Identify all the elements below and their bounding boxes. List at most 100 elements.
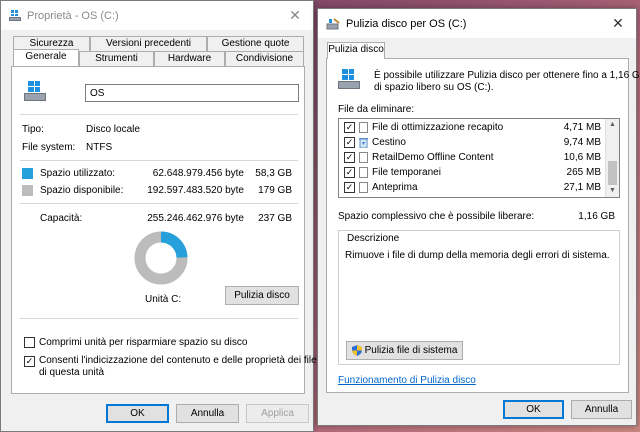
checkmark-icon: ✓: [345, 167, 354, 177]
recycle-bin-icon: [359, 137, 368, 149]
description-text: Rimuove i file di dump della memoria deg…: [345, 250, 610, 261]
index-label-line2: di questa unità: [39, 367, 105, 378]
general-panel: Tipo: Disco locale File system: NTFS Spa…: [11, 66, 317, 394]
scroll-down-icon[interactable]: ▼: [606, 185, 619, 197]
file-name: Anteprima: [372, 182, 418, 193]
divider: [20, 160, 298, 161]
free-space-bytes: 192.597.483.520 byte: [147, 185, 244, 196]
checkmark-icon: ✓: [345, 152, 354, 162]
intro-text-line1: È possibile utilizzare Pulizia disco per…: [374, 70, 640, 81]
used-space-bytes: 62.648.979.456 byte: [152, 168, 244, 179]
compress-label: Comprimi unità per risparmiare spazio su…: [39, 337, 248, 348]
capacity-bytes: 255.246.462.976 byte: [147, 213, 244, 224]
file-checkbox[interactable]: ✓: [344, 122, 355, 133]
drive-icon: [24, 81, 46, 101]
file-size: 10,6 MB: [563, 152, 601, 163]
ok-button[interactable]: OK: [503, 400, 564, 419]
list-item[interactable]: ✓ RetailDemo Offline Content 10,6 MB: [339, 150, 605, 165]
file-size: 265 MB: [566, 167, 601, 178]
list-item[interactable]: ✓ File di ottimizzazione recapito 4,71 MB: [339, 120, 605, 135]
file-name: RetailDemo Offline Content: [372, 152, 494, 163]
file-checkbox[interactable]: ✓: [344, 167, 355, 178]
files-list[interactable]: ✓ File di ottimizzazione recapito 4,71 MB ✓…: [338, 118, 620, 198]
cleanup-panel: È possibile utilizzare Pulizia disco per…: [326, 58, 640, 393]
drive-name-input[interactable]: [85, 84, 299, 102]
checkmark-icon: ✓: [345, 137, 354, 147]
ok-button[interactable]: OK: [106, 404, 169, 423]
usage-donut-chart: [134, 231, 188, 285]
scroll-thumb[interactable]: [608, 161, 617, 185]
window-title: Proprietà - OS (C:): [27, 9, 119, 22]
file-size: 9,74 MB: [563, 137, 601, 148]
filesystem-label: File system:: [22, 142, 76, 153]
total-freeable-value: 1,16 GB: [578, 211, 615, 222]
index-checkbox[interactable]: ✓: [24, 356, 35, 367]
divider: [20, 318, 298, 319]
drive-unit-label: Unità C:: [145, 294, 182, 305]
disk-cleanup-window: Pulizia disco per OS (C:) ✕ Pulizia disc…: [317, 8, 640, 426]
disk-cleanup-icon: [326, 17, 340, 30]
checkmark-icon: ✓: [25, 356, 34, 366]
list-item[interactable]: ✓ Anteprima 27,1 MB: [339, 180, 605, 195]
tab-row: Pulizia disco: [327, 42, 385, 59]
drive-icon: [338, 69, 360, 89]
free-space-label: Spazio disponibile:: [40, 185, 124, 196]
description-title: Descrizione: [345, 233, 402, 244]
scroll-up-icon[interactable]: ▲: [606, 119, 619, 131]
list-item[interactable]: ✓ Cestino 9,74 MB: [339, 135, 605, 150]
properties-window: Proprietà - OS (C:) ✕ Sicurezza Versioni…: [0, 0, 317, 432]
file-icon: [359, 182, 368, 193]
disk-cleanup-button[interactable]: Pulizia disco: [225, 286, 299, 305]
tab-hardware[interactable]: Hardware: [154, 51, 225, 66]
type-label: Tipo:: [22, 124, 44, 135]
list-item[interactable]: ✓ File temporanei 265 MB: [339, 165, 605, 180]
apply-button[interactable]: Applica: [246, 404, 309, 423]
free-space-gb: 179 GB: [258, 185, 292, 196]
checkmark-icon: ✓: [345, 122, 354, 132]
file-icon: [359, 122, 368, 133]
properties-titlebar[interactable]: Proprietà - OS (C:) ✕: [1, 1, 313, 30]
used-space-swatch: [22, 168, 33, 179]
file-name: File temporanei: [372, 167, 441, 178]
used-space-gb: 58,3 GB: [255, 168, 292, 179]
free-space-swatch: [22, 185, 33, 196]
capacity-label: Capacità:: [40, 213, 83, 224]
file-size: 27,1 MB: [563, 182, 601, 193]
cleanup-system-files-button[interactable]: Pulizia file di sistema: [346, 341, 463, 360]
divider: [20, 114, 298, 115]
files-list-scrollbar[interactable]: ▲ ▼: [605, 119, 619, 197]
tab-generale[interactable]: Generale: [13, 49, 79, 66]
tab-gestione-quote[interactable]: Gestione quote: [207, 36, 304, 51]
file-name: File di ottimizzazione recapito: [372, 122, 504, 133]
cancel-button[interactable]: Annulla: [176, 404, 239, 423]
cleanup-titlebar[interactable]: Pulizia disco per OS (C:) ✕: [318, 9, 636, 38]
index-label-line1: Consenti l'indicizzazione del contenuto …: [39, 355, 317, 366]
type-value: Disco locale: [86, 124, 140, 135]
tab-condivisione[interactable]: Condivisione: [225, 51, 304, 66]
tab-pulizia-disco[interactable]: Pulizia disco: [327, 42, 385, 59]
close-icon[interactable]: ✕: [600, 9, 636, 38]
file-checkbox[interactable]: ✓: [344, 137, 355, 148]
total-freeable-label: Spazio complessivo che è possibile liber…: [338, 211, 535, 222]
cleanup-system-files-label: Pulizia file di sistema: [364, 345, 458, 356]
how-cleanup-works-link[interactable]: Funzionamento di Pulizia disco: [338, 375, 476, 386]
tab-versioni-precedenti[interactable]: Versioni precedenti: [90, 36, 207, 51]
checkmark-icon: ✓: [345, 182, 354, 192]
files-to-delete-label: File da eliminare:: [338, 104, 415, 115]
file-name: Cestino: [372, 137, 406, 148]
file-icon: [359, 152, 368, 163]
divider: [20, 203, 298, 204]
compress-checkbox[interactable]: [24, 337, 35, 348]
tab-strumenti[interactable]: Strumenti: [79, 51, 154, 66]
file-checkbox[interactable]: ✓: [344, 152, 355, 163]
file-checkbox[interactable]: ✓: [344, 182, 355, 193]
uac-shield-icon: [351, 345, 362, 356]
capacity-gb: 237 GB: [258, 213, 292, 224]
filesystem-value: NTFS: [86, 142, 113, 153]
file-size: 4,71 MB: [563, 122, 601, 133]
used-space-label: Spazio utilizzato:: [40, 168, 116, 179]
file-icon: [359, 167, 368, 178]
close-icon[interactable]: ✕: [277, 1, 313, 30]
cancel-button[interactable]: Annulla: [571, 400, 632, 419]
intro-text-line2: di spazio libero su OS (C:).: [374, 82, 494, 93]
